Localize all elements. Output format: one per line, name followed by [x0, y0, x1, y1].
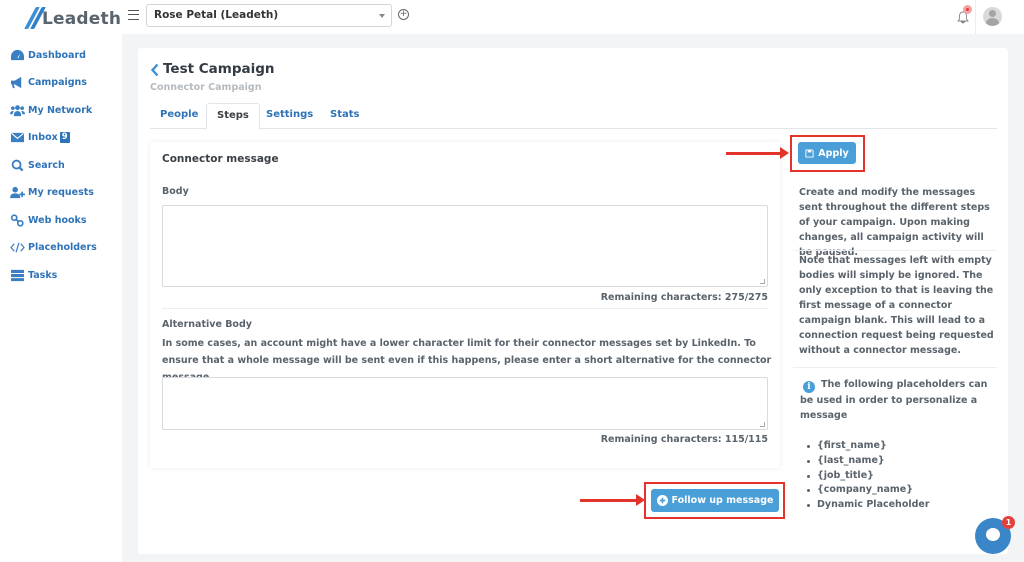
placeholders-list: {first_name} {last_name} {job_title} {co…: [807, 439, 930, 513]
placeholders-intro-text: The following placeholders can be used i…: [800, 379, 988, 421]
connector-message-title: Connector message: [162, 153, 279, 165]
body-label: Body: [162, 186, 189, 197]
page-subtitle: Connector Campaign: [150, 82, 262, 93]
tab-steps[interactable]: Steps: [206, 103, 260, 130]
alternative-body-textarea[interactable]: [162, 377, 768, 430]
inbox-count-badge: 9: [59, 131, 70, 143]
placeholder-item: {last_name}: [807, 454, 930, 469]
save-floppy-icon: [805, 148, 814, 158]
aside-divider: [793, 367, 997, 368]
tasks-icon: [9, 268, 25, 282]
resize-grip-icon[interactable]: [760, 279, 765, 284]
sidebar-item-web-hooks[interactable]: Web hooks: [9, 211, 86, 229]
sidebar-item-my-network[interactable]: My Network: [9, 101, 92, 119]
code-icon: [9, 240, 25, 254]
placeholder-item: Dynamic Placeholder: [807, 498, 930, 513]
apply-label: Apply: [818, 147, 849, 159]
topbar-divider: [975, 0, 976, 34]
user-plus-icon: [9, 185, 25, 199]
chat-unread-badge: 1: [1002, 516, 1015, 529]
notifications-bell-icon[interactable]: [957, 5, 972, 24]
apply-button[interactable]: Apply: [798, 142, 856, 164]
campaign-tabs: People Steps Settings Stats: [150, 103, 997, 130]
account-select-value: Rose Petal (Leadeth): [154, 9, 279, 21]
sidebar: Dashboard Campaigns My Network Inbox 9 S…: [0, 34, 122, 562]
link-icon: [9, 213, 25, 227]
alternative-body-label: Alternative Body: [162, 319, 252, 330]
follow-up-message-label: Follow up message: [671, 495, 774, 506]
add-account-plus-circle-icon[interactable]: +: [398, 9, 409, 20]
body-textarea[interactable]: [162, 205, 768, 287]
sidebar-item-placeholders[interactable]: Placeholders: [9, 238, 97, 256]
annotation-arrow-apply: [726, 147, 789, 158]
tab-settings[interactable]: Settings: [256, 103, 323, 129]
top-bar: Leadeth Rose Petal (Leadeth) +: [0, 0, 1024, 34]
hamburger-menu-icon[interactable]: [128, 10, 139, 20]
notification-dot: [963, 5, 972, 14]
chat-bubble-icon: [986, 528, 1000, 541]
placeholder-item: {job_title}: [807, 469, 930, 484]
dashboard-gauge-icon: [9, 48, 25, 62]
placeholder-item: {first_name}: [807, 439, 930, 454]
connector-message-panel: Connector message Body Remaining charact…: [150, 142, 780, 468]
aside-divider: [793, 250, 997, 251]
account-select[interactable]: Rose Petal (Leadeth): [146, 4, 392, 27]
tab-stats[interactable]: Stats: [320, 103, 369, 129]
tab-people[interactable]: People: [150, 103, 208, 129]
placeholder-item: {company_name}: [807, 483, 930, 498]
body-remaining-characters: Remaining characters: 275/275: [600, 292, 768, 303]
placeholders-intro: i The following placeholders can be used …: [800, 377, 995, 423]
sidebar-item-dashboard[interactable]: Dashboard: [9, 46, 86, 64]
sidebar-item-search[interactable]: Search: [9, 156, 65, 174]
annotation-arrow-follow-up: [580, 494, 645, 505]
sidebar-item-tasks[interactable]: Tasks: [9, 266, 57, 284]
leadeth-logo[interactable]: Leadeth: [24, 5, 121, 29]
sidebar-item-my-requests[interactable]: My requests: [9, 183, 94, 201]
logo-text: Leadeth: [42, 9, 122, 29]
envelope-icon: [9, 130, 25, 144]
steps-help-paragraph-1: Create and modify the messages sent thro…: [799, 187, 990, 258]
back-chevron-left-icon[interactable]: [150, 62, 160, 77]
panel-divider: [162, 308, 768, 309]
search-icon: [9, 158, 25, 172]
alternative-remaining-characters: Remaining characters: 115/115: [600, 434, 768, 445]
follow-up-message-button[interactable]: Follow up message: [651, 489, 779, 512]
users-icon: [9, 103, 25, 117]
logo-mark-icon: [24, 7, 46, 29]
chevron-down-icon: [379, 14, 385, 18]
megaphone-icon: [9, 75, 25, 89]
sidebar-item-inbox[interactable]: Inbox 9: [9, 128, 70, 146]
sidebar-item-campaigns[interactable]: Campaigns: [9, 73, 87, 91]
info-circle-icon: i: [803, 381, 815, 393]
page-title: Test Campaign: [163, 61, 275, 77]
plus-circle-icon: [656, 495, 668, 506]
resize-grip-icon[interactable]: [760, 422, 765, 427]
steps-help-paragraph-2: Note that messages left with empty bodie…: [799, 255, 994, 356]
user-avatar-icon[interactable]: [983, 7, 1002, 26]
